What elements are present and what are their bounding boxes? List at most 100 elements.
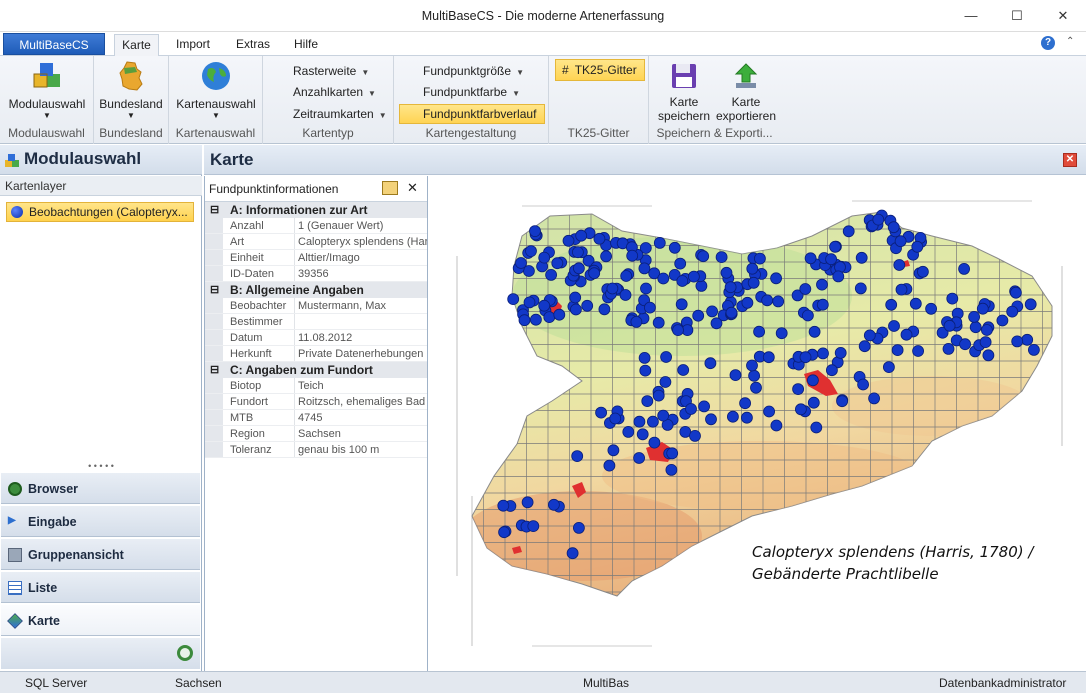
occurrence-point[interactable] — [761, 294, 774, 307]
occurrence-point[interactable] — [762, 351, 775, 364]
occurrence-point[interactable] — [692, 309, 705, 322]
occurrence-point[interactable] — [515, 257, 527, 269]
help-icon[interactable]: ? — [1041, 36, 1055, 50]
close-icon[interactable]: ✕ — [1063, 153, 1077, 167]
occurrence-point[interactable] — [968, 310, 980, 323]
occurrence-point[interactable] — [705, 413, 717, 426]
occurrence-point[interactable] — [620, 270, 633, 282]
occurrence-point[interactable] — [600, 250, 613, 263]
karte-speichern-button[interactable]: Karte speichern — [654, 62, 714, 123]
property-row[interactable]: Anzahl 1 (Genauer Wert) — [205, 218, 427, 234]
occurrence-point[interactable] — [569, 303, 582, 316]
occurrence-point[interactable] — [685, 403, 697, 415]
occurrence-point[interactable] — [868, 392, 881, 405]
occurrence-point[interactable] — [653, 237, 666, 249]
nav-karte[interactable]: Karte — [1, 604, 200, 636]
occurrence-point[interactable] — [543, 311, 556, 324]
occurrence-point[interactable] — [521, 496, 534, 509]
occurrence-point[interactable] — [633, 452, 646, 464]
occurrence-point[interactable] — [816, 298, 829, 311]
occurrence-point[interactable] — [668, 241, 681, 254]
occurrence-point[interactable] — [646, 415, 659, 428]
occurrence-point[interactable] — [553, 308, 566, 321]
occurrence-point[interactable] — [545, 269, 557, 281]
maximize-button[interactable]: ☐ — [994, 0, 1040, 31]
occurrence-point[interactable] — [816, 278, 828, 291]
occurrence-point[interactable] — [829, 240, 842, 253]
karte-exportieren-button[interactable]: Karte exportieren — [713, 62, 779, 123]
occurrence-point[interactable] — [775, 327, 788, 340]
distribution-map[interactable]: Calopteryx splendens (Harris, 1780) / Ge… — [432, 176, 1086, 671]
occurrence-point[interactable] — [1024, 298, 1037, 311]
section-header[interactable]: ⊟ A: Informationen zur Art — [205, 202, 427, 218]
occurrence-point[interactable] — [660, 351, 673, 363]
tab-hilfe[interactable]: Hilfe — [285, 34, 327, 56]
occurrence-point[interactable] — [648, 436, 661, 449]
occurrence-point[interactable] — [630, 315, 643, 328]
occurrence-point[interactable] — [548, 498, 560, 511]
tab-extras[interactable]: Extras — [229, 34, 277, 56]
occurrence-point[interactable] — [900, 328, 913, 341]
splitter-handle[interactable]: • • • • • — [0, 462, 202, 471]
occurrence-point[interactable] — [794, 403, 807, 416]
occurrence-point[interactable] — [571, 450, 584, 463]
occurrence-point[interactable] — [572, 262, 585, 275]
zeitraumkarten-dropdown[interactable]: Zeitraumkarten ▼ — [293, 107, 387, 121]
occurrence-point[interactable] — [530, 313, 542, 326]
occurrence-point[interactable] — [804, 252, 817, 265]
occurrence-point[interactable] — [523, 296, 536, 309]
occurrence-point[interactable] — [996, 314, 1009, 327]
occurrence-point[interactable] — [801, 309, 814, 322]
property-row[interactable]: MTB 4745 — [205, 410, 427, 426]
fundpunktfarbverlauf-button[interactable]: Fundpunktfarbverlauf — [399, 104, 545, 124]
occurrence-point[interactable] — [746, 359, 758, 372]
tk25-gitter-button[interactable]: # TK25-Gitter — [555, 59, 645, 81]
occurrence-point[interactable] — [598, 303, 611, 316]
collapse-ribbon-icon[interactable]: ⌃ — [1066, 36, 1074, 47]
occurrence-point[interactable] — [538, 299, 551, 312]
occurrence-point[interactable] — [799, 283, 812, 295]
occurrence-point[interactable] — [891, 344, 904, 357]
fundpunktfarbe-dropdown[interactable]: Fundpunktfarbe ▼ — [423, 85, 520, 99]
occurrence-point[interactable] — [946, 292, 959, 305]
occurrence-point[interactable] — [842, 225, 855, 238]
occurrence-point[interactable] — [572, 521, 585, 534]
occurrence-point[interactable] — [672, 324, 684, 337]
property-row[interactable]: Biotop Teich — [205, 378, 427, 394]
occurrence-point[interactable] — [588, 267, 601, 280]
nav-browser[interactable]: Browser — [1, 472, 200, 504]
rasterweite-dropdown[interactable]: Rasterweite ▼ — [293, 64, 369, 78]
occurrence-point[interactable] — [659, 376, 672, 388]
occurrence-point[interactable] — [925, 302, 938, 315]
occurrence-point[interactable] — [855, 251, 868, 264]
occurrence-point[interactable] — [810, 421, 823, 434]
occurrence-point[interactable] — [1021, 333, 1034, 346]
occurrence-point[interactable] — [976, 302, 989, 315]
occurrence-point[interactable] — [882, 361, 895, 374]
occurrence-point[interactable] — [741, 296, 754, 309]
occurrence-point[interactable] — [607, 444, 620, 457]
occurrence-point[interactable] — [1006, 305, 1019, 318]
occurrence-point[interactable] — [665, 463, 678, 476]
kartenauswahl-button[interactable]: Kartenauswahl ▼ — [174, 60, 258, 120]
occurrence-point[interactable] — [497, 499, 510, 512]
occurrence-point[interactable] — [581, 299, 594, 312]
occurrence-point[interactable] — [720, 266, 733, 279]
occurrence-point[interactable] — [498, 526, 510, 539]
section-header[interactable]: ⊟ B: Allgemeine Angaben — [205, 282, 427, 298]
bundesland-button[interactable]: Bundesland ▼ — [96, 60, 166, 120]
occurrence-point[interactable] — [1010, 286, 1022, 299]
occurrence-point[interactable] — [697, 250, 710, 263]
occurrence-point[interactable] — [633, 415, 646, 428]
occurrence-point[interactable] — [959, 338, 971, 351]
occurrence-point[interactable] — [916, 265, 929, 278]
property-row[interactable]: Beobachter Mustermann, Max — [205, 298, 427, 314]
occurrence-point[interactable] — [981, 324, 993, 336]
property-row[interactable]: Toleranz genau bis 100 m — [205, 442, 427, 458]
occurrence-point[interactable] — [641, 395, 654, 408]
anzahlkarten-dropdown[interactable]: Anzahlkarten ▼ — [293, 85, 376, 99]
occurrence-point[interactable] — [529, 225, 541, 237]
occurrence-point[interactable] — [748, 369, 761, 382]
occurrence-point[interactable] — [763, 405, 776, 418]
occurrence-point[interactable] — [770, 419, 783, 432]
